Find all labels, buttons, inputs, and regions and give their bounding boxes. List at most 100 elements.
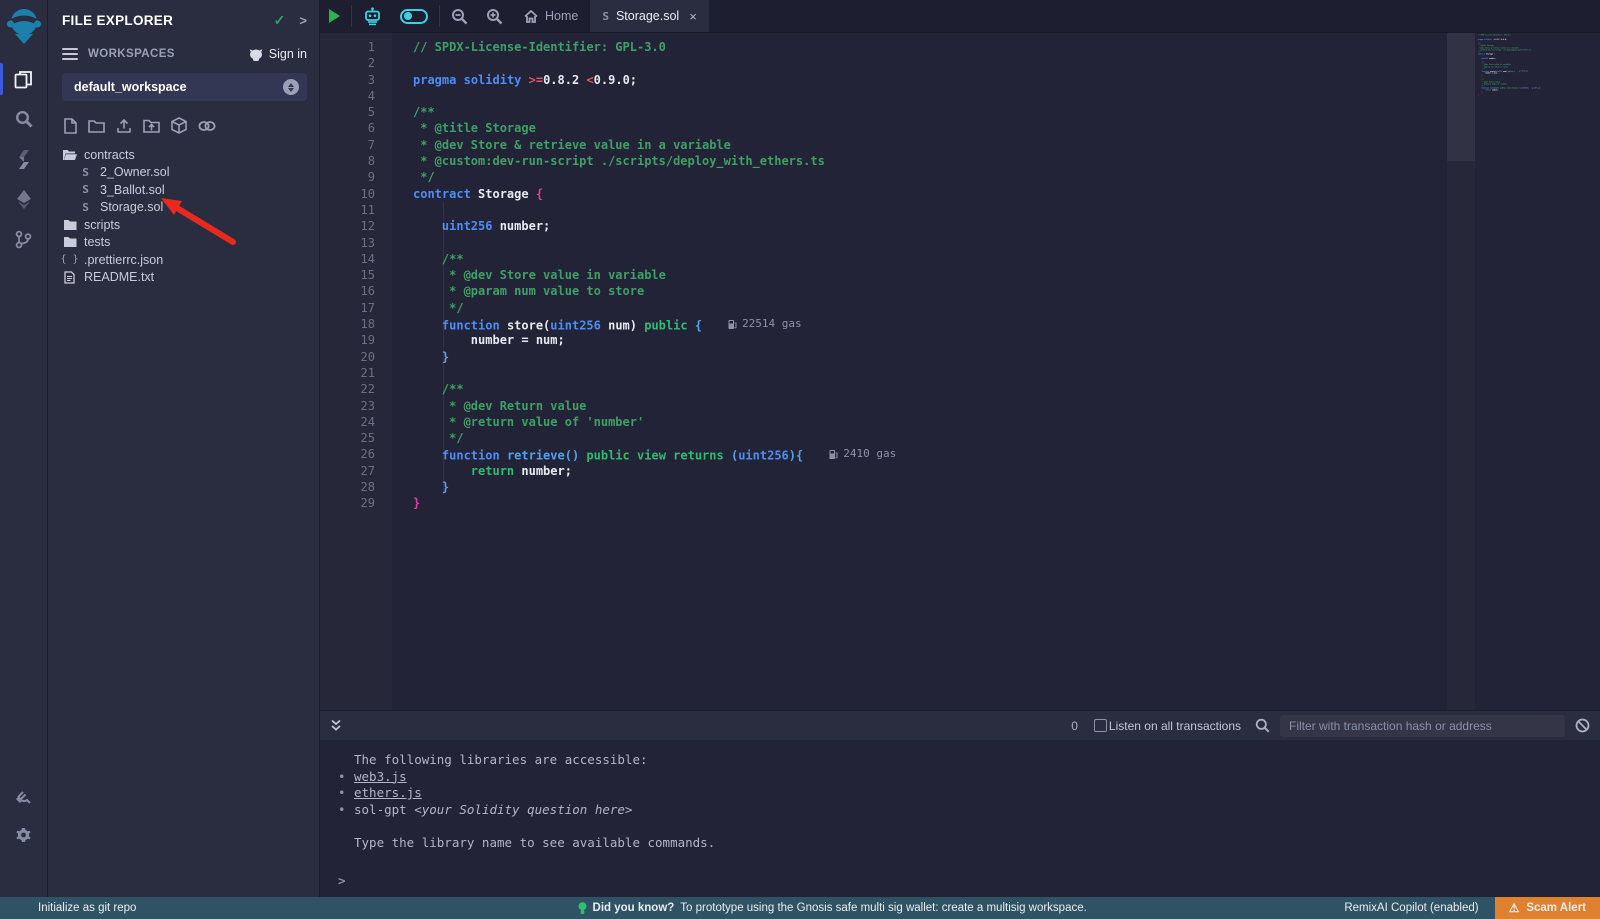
tree-item-label: README.txt (84, 270, 154, 284)
code-line[interactable]: * @return value of 'number' (392, 414, 1447, 430)
sign-in-button[interactable]: Sign in (249, 47, 307, 61)
git-init-button[interactable]: Initialize as git repo (0, 902, 320, 914)
new-folder-icon[interactable] (88, 119, 105, 133)
folder-open-icon (62, 149, 77, 161)
chevron-right-icon[interactable]: > (299, 13, 307, 28)
lightbulb-icon (578, 902, 587, 915)
minimap[interactable]: // SPDX-License-Identifier: GPL-3.0pragm… (1475, 33, 1600, 710)
line-number: 18 (320, 316, 392, 332)
activity-bar-deploy-run[interactable] (0, 179, 48, 219)
terminal-collapse[interactable] (330, 719, 1071, 732)
remix-logo[interactable] (7, 7, 41, 45)
activity-bar-git[interactable] (0, 219, 48, 259)
upload-file-icon[interactable] (116, 118, 132, 134)
code-line[interactable] (392, 55, 1447, 71)
code-line[interactable] (392, 202, 1447, 218)
solidity-file-icon: S (602, 10, 609, 23)
code-line[interactable]: return number; (392, 463, 1447, 479)
zoom-out-button[interactable] (442, 0, 477, 32)
tree-item-2-owner-sol[interactable]: S2_Owner.sol (48, 164, 319, 182)
code-line[interactable] (392, 88, 1447, 104)
code-line[interactable]: } (392, 479, 1447, 495)
tree-item-readme-txt[interactable]: README.txt (48, 269, 319, 287)
activity-bar-plugin-manager[interactable] (0, 775, 48, 815)
code-line[interactable]: * @dev Store value in variable (392, 267, 1447, 283)
code-lines[interactable]: // SPDX-License-Identifier: GPL-3.0 pragm… (392, 33, 1447, 710)
tree-item-storage-sol[interactable]: SStorage.sol (48, 199, 319, 217)
file-tree: contractsS2_Owner.solS3_Ballot.solSStora… (48, 144, 319, 286)
status-bar: Initialize as git repo Did you know? To … (0, 897, 1600, 919)
code-line[interactable]: */ (392, 169, 1447, 185)
code-line[interactable]: contract Storage { (392, 186, 1447, 202)
run-script-button[interactable] (320, 0, 349, 32)
code-line[interactable]: * @param num value to store (392, 283, 1447, 299)
activity-bar-file-explorer[interactable] (0, 59, 48, 99)
code-line[interactable] (392, 235, 1447, 251)
terminal-output[interactable]: The following libraries are accessible:•… (320, 740, 1600, 897)
workspace-name: default_workspace (74, 80, 283, 94)
new-file-icon[interactable] (64, 118, 77, 134)
tree-item-tests[interactable]: tests (48, 234, 319, 252)
line-number: 7 (320, 137, 392, 153)
plugin-manager-icon (15, 786, 33, 804)
tree-item--prettierrc-json[interactable]: { }.prettierrc.json (48, 251, 319, 269)
activity-bar-settings-gear[interactable] (0, 815, 48, 855)
code-line[interactable]: pragma solidity >=0.8.2 <0.9.0; (392, 72, 1447, 88)
search-icon (15, 110, 33, 128)
code-line[interactable]: uint256 number; (392, 218, 1447, 234)
file-explorer-panel: FILE EXPLORER ✓ > WORKSPACES Sign in def… (48, 0, 320, 897)
scam-alert-button[interactable]: ⚠ Scam Alert (1495, 897, 1600, 919)
tree-item-contracts[interactable]: contracts (48, 146, 319, 164)
code-line[interactable]: number = num; (392, 332, 1447, 348)
tree-item-3-ballot-sol[interactable]: S3_Ballot.sol (48, 181, 319, 199)
terminal-prompt[interactable]: > (338, 873, 1600, 890)
remix-ai-button[interactable] (354, 0, 391, 32)
workspace-sort-icon[interactable] (283, 79, 299, 95)
copilot-status[interactable]: RemixAI Copilot (enabled) (1344, 902, 1478, 914)
code-line[interactable]: /** (392, 104, 1447, 120)
terminal-link[interactable]: ethers.js (354, 785, 422, 802)
code-line[interactable]: * @dev Return value (392, 398, 1447, 414)
line-number: 21 (320, 365, 392, 381)
cube-icon[interactable] (171, 117, 187, 134)
deploy-run-icon (16, 190, 32, 209)
code-line[interactable] (392, 365, 1447, 381)
ban-icon[interactable] (1575, 718, 1590, 733)
code-line[interactable]: * @custom:dev-run-script ./scripts/deplo… (392, 153, 1447, 169)
editor-scrollbar[interactable] (1447, 33, 1475, 710)
code-line[interactable]: /** (392, 251, 1447, 267)
tab-home[interactable]: Home (512, 0, 590, 32)
zoom-in-button[interactable] (477, 0, 512, 32)
code-line[interactable]: function store(uint256 num) public {2251… (392, 316, 1447, 332)
upload-folder-icon[interactable] (143, 118, 160, 133)
copilot-toggle[interactable] (391, 0, 437, 32)
transaction-filter-input[interactable] (1280, 715, 1565, 737)
terminal-link[interactable]: web3.js (354, 769, 407, 786)
scrollbar-thumb[interactable] (1447, 33, 1475, 161)
code-line[interactable]: } (392, 495, 1447, 511)
toolbar-separator (351, 5, 352, 27)
tree-item-scripts[interactable]: scripts (48, 216, 319, 234)
code-line[interactable]: } (392, 349, 1447, 365)
code-line[interactable]: */ (392, 300, 1447, 316)
code-line[interactable]: } (1475, 93, 1600, 95)
activity-bar-solidity-compiler[interactable] (0, 139, 48, 179)
code-line[interactable]: /** (392, 381, 1447, 397)
folder-icon (62, 219, 77, 231)
listen-all-transactions-checkbox[interactable] (1094, 719, 1107, 732)
code-line[interactable]: // SPDX-License-Identifier: GPL-3.0 (392, 39, 1447, 55)
code-line[interactable]: function retrieve() public view returns … (392, 446, 1447, 462)
workspace-select[interactable]: default_workspace (62, 73, 307, 101)
tab-storage-sol[interactable]: S Storage.sol × (590, 0, 708, 32)
code-line[interactable]: */ (392, 430, 1447, 446)
code-editor: 1234567891011121314151617181920212223242… (320, 33, 1600, 710)
code-line[interactable]: * @dev Store & retrieve value in a varia… (392, 137, 1447, 153)
line-number: 2 (320, 55, 392, 71)
line-number: 4 (320, 88, 392, 104)
code-line[interactable]: * @title Storage (392, 120, 1447, 136)
activity-bar-search[interactable] (0, 99, 48, 139)
close-icon[interactable]: × (689, 9, 697, 24)
workspaces-menu-icon[interactable] (62, 45, 78, 63)
workspaces-row: WORKSPACES Sign in (48, 39, 319, 71)
link-icon[interactable] (198, 120, 216, 132)
